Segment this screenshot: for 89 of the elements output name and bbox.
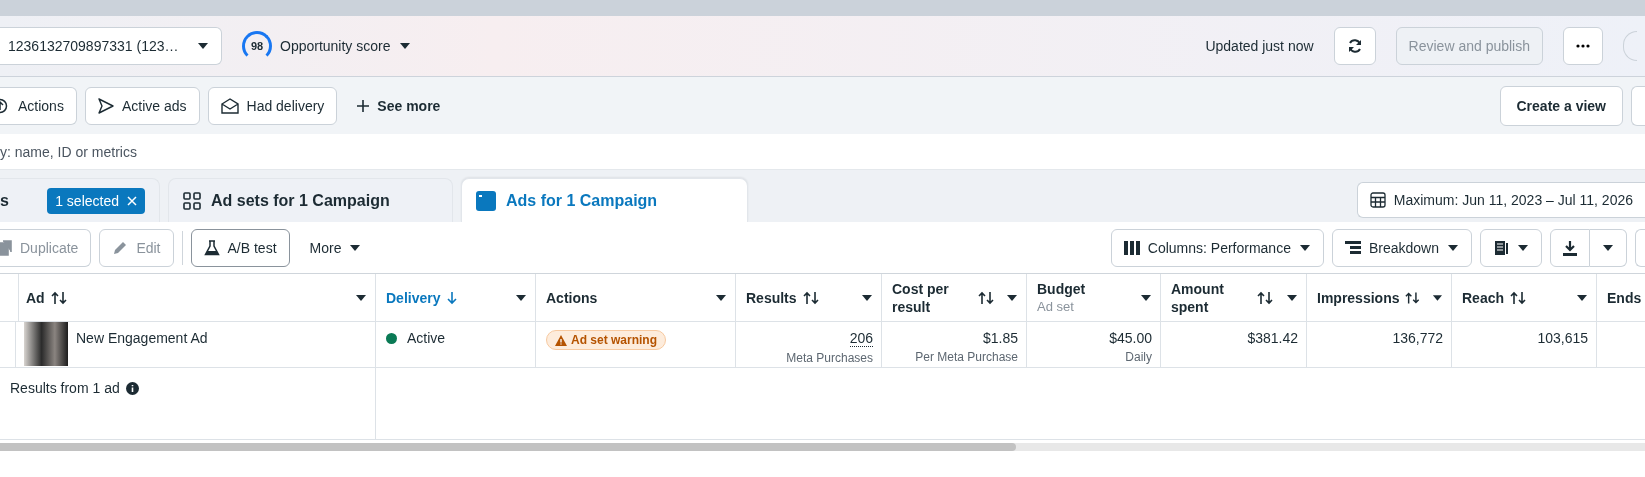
metric-value: $1.85 bbox=[982, 330, 1018, 346]
updated-label: Updated just now bbox=[1205, 38, 1314, 54]
metric-value: $45.00 bbox=[1109, 330, 1152, 346]
grid-icon bbox=[183, 191, 201, 210]
flask-icon bbox=[203, 239, 220, 256]
sort-icon[interactable] bbox=[1510, 290, 1527, 305]
sort-icon[interactable] bbox=[50, 290, 67, 305]
caret-icon bbox=[1298, 243, 1311, 252]
column-header[interactable]: Cost per result bbox=[882, 274, 1027, 322]
plus-icon bbox=[357, 99, 370, 112]
create-view-button[interactable]: Create a view bbox=[1499, 85, 1623, 126]
refresh-button[interactable] bbox=[1333, 27, 1376, 65]
caret-icon bbox=[398, 42, 411, 50]
sort-icon[interactable] bbox=[1405, 290, 1421, 305]
columns-icon bbox=[1123, 240, 1140, 255]
report-icon bbox=[1493, 239, 1509, 256]
opportunity-score-dropdown[interactable]: Opportunity score bbox=[280, 27, 411, 65]
date-range-button[interactable]: Maximum: Jun 11, 2023 – Jul 11, 2026 bbox=[1356, 182, 1645, 218]
info-icon[interactable] bbox=[125, 382, 139, 395]
filter-chip[interactable]: Actions bbox=[0, 86, 77, 125]
column-header[interactable]: Ends bbox=[1597, 274, 1645, 322]
selection-badge[interactable]: 1 selected bbox=[47, 187, 145, 214]
photo-placeholder bbox=[24, 322, 68, 366]
caret-icon bbox=[1140, 293, 1152, 302]
download-icon bbox=[1563, 239, 1577, 256]
summary-text: Results from 1 ad bbox=[10, 380, 120, 396]
table-cell bbox=[0, 274, 19, 322]
export-button[interactable] bbox=[1550, 228, 1590, 267]
caret-icon bbox=[1286, 293, 1298, 302]
envelope-icon bbox=[220, 97, 239, 114]
arrow-down-icon[interactable] bbox=[446, 290, 459, 305]
caret-icon bbox=[1576, 293, 1588, 302]
filter-chip[interactable]: Had delivery bbox=[207, 86, 338, 125]
scrollbar-thumb[interactable] bbox=[0, 443, 1016, 451]
caret-icon bbox=[515, 293, 527, 302]
breakdown-dropdown[interactable]: Breakdown bbox=[1331, 228, 1472, 267]
see-more-button[interactable]: See more bbox=[345, 86, 453, 125]
pencil-icon bbox=[112, 239, 129, 256]
sort-icon[interactable] bbox=[1257, 290, 1273, 305]
metric-value: 206 bbox=[849, 330, 873, 347]
caret-icon bbox=[355, 293, 367, 302]
caret-icon bbox=[197, 42, 209, 50]
metric-value: $381.42 bbox=[1247, 330, 1298, 346]
caret-icon bbox=[349, 243, 362, 252]
column-header[interactable]: Actions bbox=[536, 274, 736, 322]
column-header[interactable]: Ad bbox=[16, 274, 376, 322]
close-icon[interactable] bbox=[127, 195, 137, 206]
copy-icon bbox=[0, 239, 12, 256]
ab-test-button[interactable]: A/B test bbox=[190, 228, 290, 267]
account-dropdown[interactable]: 1236132709897331 (123… bbox=[0, 27, 222, 65]
caret-icon bbox=[715, 293, 727, 302]
column-header[interactable]: Results bbox=[736, 274, 882, 322]
column-header[interactable]: Delivery bbox=[376, 274, 536, 322]
metric-value: 103,615 bbox=[1537, 330, 1588, 346]
filter-chip[interactable]: Active ads bbox=[84, 86, 200, 125]
export-dropdown[interactable] bbox=[1590, 228, 1627, 267]
warning-badge[interactable]: Ad set warning bbox=[546, 330, 666, 350]
ad-name[interactable]: New Engagement Ad bbox=[76, 322, 208, 367]
refresh-icon bbox=[1346, 38, 1363, 54]
delivery-status: Active bbox=[407, 330, 446, 346]
metric-label: Meta Purchases bbox=[786, 351, 873, 365]
column-header[interactable]: Amount spent bbox=[1161, 274, 1307, 322]
column-header[interactable]: Reach bbox=[1452, 274, 1597, 322]
caret-icon bbox=[1432, 293, 1443, 302]
breakdown-icon bbox=[1344, 240, 1361, 255]
send-icon bbox=[97, 97, 114, 114]
calendar-icon bbox=[1369, 192, 1386, 208]
metric-label: Daily bbox=[1125, 350, 1152, 364]
ellipsis-icon bbox=[1576, 44, 1590, 48]
tab[interactable]: s 1 selected bbox=[0, 178, 160, 222]
reports-dropdown[interactable] bbox=[1480, 228, 1542, 267]
columns-dropdown[interactable]: Columns: Performance bbox=[1110, 228, 1324, 267]
metric-label: Per Meta Purchase bbox=[915, 350, 1018, 364]
more-dropdown[interactable]: More bbox=[297, 228, 374, 267]
caret-icon bbox=[1602, 243, 1614, 252]
warning-icon bbox=[555, 334, 567, 346]
sort-icon[interactable] bbox=[978, 290, 994, 305]
tab[interactable]: Ad sets for 1 Campaign bbox=[168, 178, 453, 222]
column-header[interactable]: Impressions bbox=[1307, 274, 1452, 322]
caret-icon bbox=[861, 293, 873, 302]
metric-value: 136,772 bbox=[1392, 330, 1443, 346]
ad-icon bbox=[476, 190, 496, 211]
column-subheader: Ad set bbox=[1037, 297, 1075, 316]
column-header[interactable]: Budget Ad set bbox=[1027, 274, 1161, 322]
caret-icon bbox=[1447, 243, 1459, 252]
caret-icon bbox=[1517, 243, 1529, 252]
tab[interactable]: Ads for 1 Campaign bbox=[461, 178, 748, 222]
sort-icon[interactable] bbox=[802, 290, 819, 305]
caret-icon bbox=[1006, 293, 1018, 302]
